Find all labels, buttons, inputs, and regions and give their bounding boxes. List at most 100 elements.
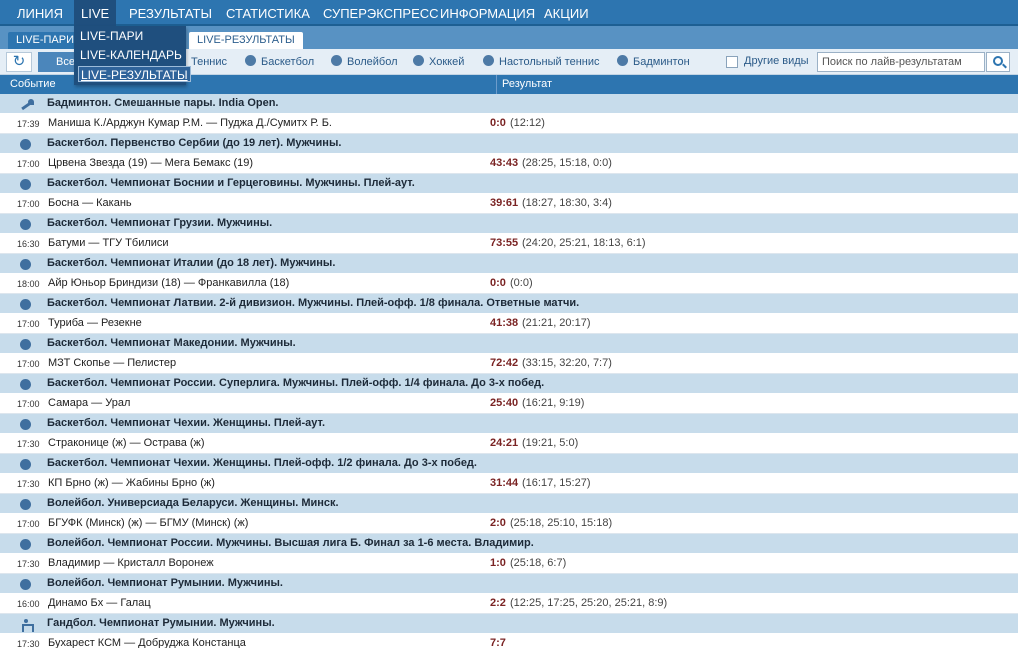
basketball-icon [20,219,31,230]
search-button[interactable] [986,52,1010,72]
event-score: 31:44 [490,477,519,489]
event-time: 17:30 [17,639,40,648]
event-name[interactable]: Бухарест КСМ — Добруджа Констанца [48,637,246,648]
event-periods: (25:18, 25:10, 15:18) [510,517,613,529]
badminton-icon [617,55,628,66]
event-time: 17:00 [17,399,40,409]
event-score: 0:0 [490,277,506,289]
tournament-row[interactable]: Волейбол. Чемпионат Румынии. Мужчины. [0,574,1018,594]
event-name[interactable]: КП Брно (ж) — Жабины Брно (ж) [48,477,215,489]
tournament-row[interactable]: Баскетбол. Чемпионат Чехии. Женщины. Пле… [0,414,1018,434]
tournament-row[interactable]: Баскетбол. Чемпионат России. Суперлига. … [0,374,1018,394]
tournament-title: Баскетбол. Чемпионат Боснии и Герцеговин… [47,177,415,189]
nav-item-live[interactable]: LIVE [74,0,117,26]
event-score: 25:40 [490,397,519,409]
menu-item-live-bets[interactable]: LIVE-ПАРИ [80,28,143,44]
basketball-icon [20,339,31,350]
event-row: 16:00 Динамо Бх — Галац 2:2 (12:25, 17:25, … [0,594,1018,614]
event-name[interactable]: Босна — Какань [48,197,132,209]
top-navigation: ЛИНИЯ LIVE РЕЗУЛЬТАТЫ СТАТИСТИКА СУПЕРЭК… [0,0,1018,26]
event-time: 17:00 [17,319,40,329]
volleyball-icon [331,55,342,66]
filter-hockey[interactable]: Хоккей [413,55,464,69]
tournament-row[interactable]: Баскетбол. Чемпионат Грузии. Мужчины. [0,214,1018,234]
other-sports-label: Другие виды [744,55,809,67]
event-score: 41:38 [490,317,519,329]
event-name[interactable]: Самара — Урал [48,397,130,409]
nav-item-superexpress[interactable]: СУПЕРЭКСПРЕСС [316,0,446,26]
event-periods: (24:20, 25:21, 18:13, 6:1) [522,237,646,249]
tournament-title: Волейбол. Чемпионат Румынии. Мужчины. [47,577,283,589]
table-tennis-icon [483,55,494,66]
event-time: 17:30 [17,439,40,449]
event-score: 0:0 [490,117,506,129]
nav-item-results[interactable]: РЕЗУЛЬТАТЫ [122,0,219,26]
event-periods: (12:25, 17:25, 25:20, 25:21, 8:9) [510,597,668,609]
filter-table-tennis[interactable]: Настольный теннис [483,55,600,69]
tournament-row[interactable]: Баскетбол. Чемпионат Чехии. Женщины. Пле… [0,454,1018,474]
badminton-icon [20,99,34,111]
filter-hockey-label: Хоккей [429,56,465,68]
event-time: 17:00 [17,199,40,209]
refresh-icon: ↻ [12,53,26,70]
event-periods: (12:12) [510,117,545,129]
tournament-row[interactable]: Баскетбол. Чемпионат Македонии. Мужчины. [0,334,1018,354]
tournament-title: Баскетбол. Чемпионат Чехии. Женщины. Пле… [47,417,326,429]
event-row: 17:39 Маниша К./Арджун Кумар Р.М. — Пуджа… [0,114,1018,134]
tournament-title: Гандбол. Чемпионат Румынии. Мужчины. [47,617,275,629]
tournament-title: Баскетбол. Чемпионат Чехии. Женщины. Пле… [47,457,477,469]
search-input[interactable] [817,52,985,72]
event-name[interactable]: Црвена Звезда (19) — Мега Бемакс (19) [48,157,253,169]
filter-basketball-label: Баскетбол [261,56,315,68]
nav-item-information[interactable]: ИНФОРМАЦИЯ [433,0,542,26]
tournament-row[interactable]: Баскетбол. Первенство Сербии (до 19 лет)… [0,134,1018,154]
basketball-icon [20,419,31,430]
tournament-row[interactable]: Волейбол. Универсиада Беларуси. Женщины.… [0,494,1018,514]
event-name[interactable]: Туриба — Резекне [48,317,142,329]
event-time: 17:00 [17,159,40,169]
event-time: 16:30 [17,239,40,249]
nav-item-promotions[interactable]: АКЦИИ [537,0,596,26]
filter-basketball[interactable]: Баскетбол [245,55,314,69]
event-row: 16:30 Батуми — ТГУ Тбилиси 73:55 (24:20, 25… [0,234,1018,254]
tournament-row[interactable]: Волейбол. Чемпионат России. Мужчины. Выс… [0,534,1018,554]
menu-item-live-calendar[interactable]: LIVE-КАЛЕНДАРЬ [80,47,182,63]
tournament-row[interactable]: Бадминтон. Смешанные пары. India Open. [0,94,1018,114]
tournament-title: Баскетбол. Чемпионат Грузии. Мужчины. [47,217,273,229]
event-name[interactable]: Маниша К./Арджун Кумар Р.М. — Пуджа Д./С… [48,117,332,129]
event-row: 17:00 Самара — Урал 25:40 (16:21, 9:19) [0,394,1018,414]
event-periods: (18:27, 18:30, 3:4) [522,197,612,209]
event-row: 17:00 Босна — Какань 39:61 (18:27, 18:30, 3… [0,194,1018,214]
event-periods: (0:0) [510,277,533,289]
tournament-row[interactable]: Баскетбол. Чемпионат Боснии и Герцеговин… [0,174,1018,194]
refresh-button[interactable]: ↻ [6,52,32,72]
tournament-row[interactable]: Баскетбол. Чемпионат Италии (до 18 лет).… [0,254,1018,274]
basketball-icon [20,299,31,310]
tournament-title: Баскетбол. Чемпионат Латвии. 2-й дивизио… [47,297,580,309]
event-time: 18:00 [17,279,40,289]
filter-volleyball[interactable]: Волейбол [331,55,398,69]
event-score: 1:0 [490,557,506,569]
other-sports-checkbox[interactable] [726,56,738,68]
event-name[interactable]: БГУФК (Минск) (ж) — БГМУ (Минск) (ж) [48,517,248,529]
nav-item-statistics[interactable]: СТАТИСТИКА [219,0,317,26]
basketball-icon [20,179,31,190]
menu-item-live-results[interactable]: LIVE-РЕЗУЛЬТАТЫ [78,66,191,82]
event-name[interactable]: МЗТ Скопье — Пелистер [48,357,176,369]
filter-badminton[interactable]: Бадминтон [617,55,690,69]
tournament-row[interactable]: Баскетбол. Чемпионат Латвии. 2-й дивизио… [0,294,1018,314]
event-name[interactable]: Владимир — Кристалл Воронеж [48,557,214,569]
event-name[interactable]: Страконице (ж) — Острава (ж) [48,437,205,449]
tournament-row[interactable]: Гандбол. Чемпионат Румынии. Мужчины. [0,614,1018,634]
event-score: 24:21 [490,437,519,449]
tab-live-bets[interactable]: LIVE-ПАРИ [8,32,82,49]
tournament-title: Баскетбол. Чемпионат Италии (до 18 лет).… [47,257,336,269]
event-time: 16:00 [17,599,40,609]
event-name[interactable]: Динамо Бх — Галац [48,597,151,609]
nav-item-line[interactable]: ЛИНИЯ [10,0,70,26]
event-name[interactable]: Батуми — ТГУ Тбилиси [48,237,169,249]
event-name[interactable]: Айр Юньор Бриндизи (18) — Франкавилла (1… [48,277,289,289]
event-time: 17:30 [17,559,40,569]
basketball-icon [20,459,31,470]
tab-live-results[interactable]: LIVE-РЕЗУЛЬТАТЫ [189,32,303,49]
